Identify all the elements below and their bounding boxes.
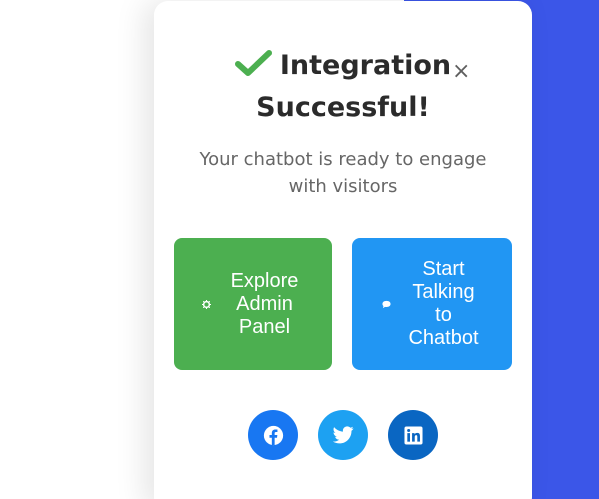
close-icon[interactable]: × [452, 61, 470, 83]
start-talking-to-chatbot-button[interactable]: Start Talking to Chatbot [352, 238, 512, 370]
twitter-icon [332, 426, 354, 444]
modal-subtitle: Your chatbot is ready to engage with vis… [199, 149, 487, 197]
modal-title-text: Integration Successful! [256, 50, 452, 123]
facebook-share-button[interactable] [248, 410, 298, 460]
gear-icon [201, 299, 211, 309]
start-talking-to-chatbot-label: Start Talking to Chatbot [408, 258, 479, 349]
modal-title: Integration Successful! [210, 45, 476, 129]
linkedin-share-button[interactable] [388, 410, 438, 460]
explore-admin-panel-button[interactable]: Explore Admin Panel [174, 238, 332, 370]
twitter-share-button[interactable] [318, 410, 368, 460]
chat-bubble-icon [381, 300, 391, 308]
linkedin-icon [403, 425, 423, 445]
page: Integration Successful! × Your chatbot i… [0, 0, 599, 499]
explore-admin-panel-label: Explore Admin Panel [230, 269, 299, 338]
facebook-icon [263, 425, 283, 445]
success-modal: Integration Successful! × Your chatbot i… [154, 1, 532, 499]
check-icon [234, 50, 272, 76]
